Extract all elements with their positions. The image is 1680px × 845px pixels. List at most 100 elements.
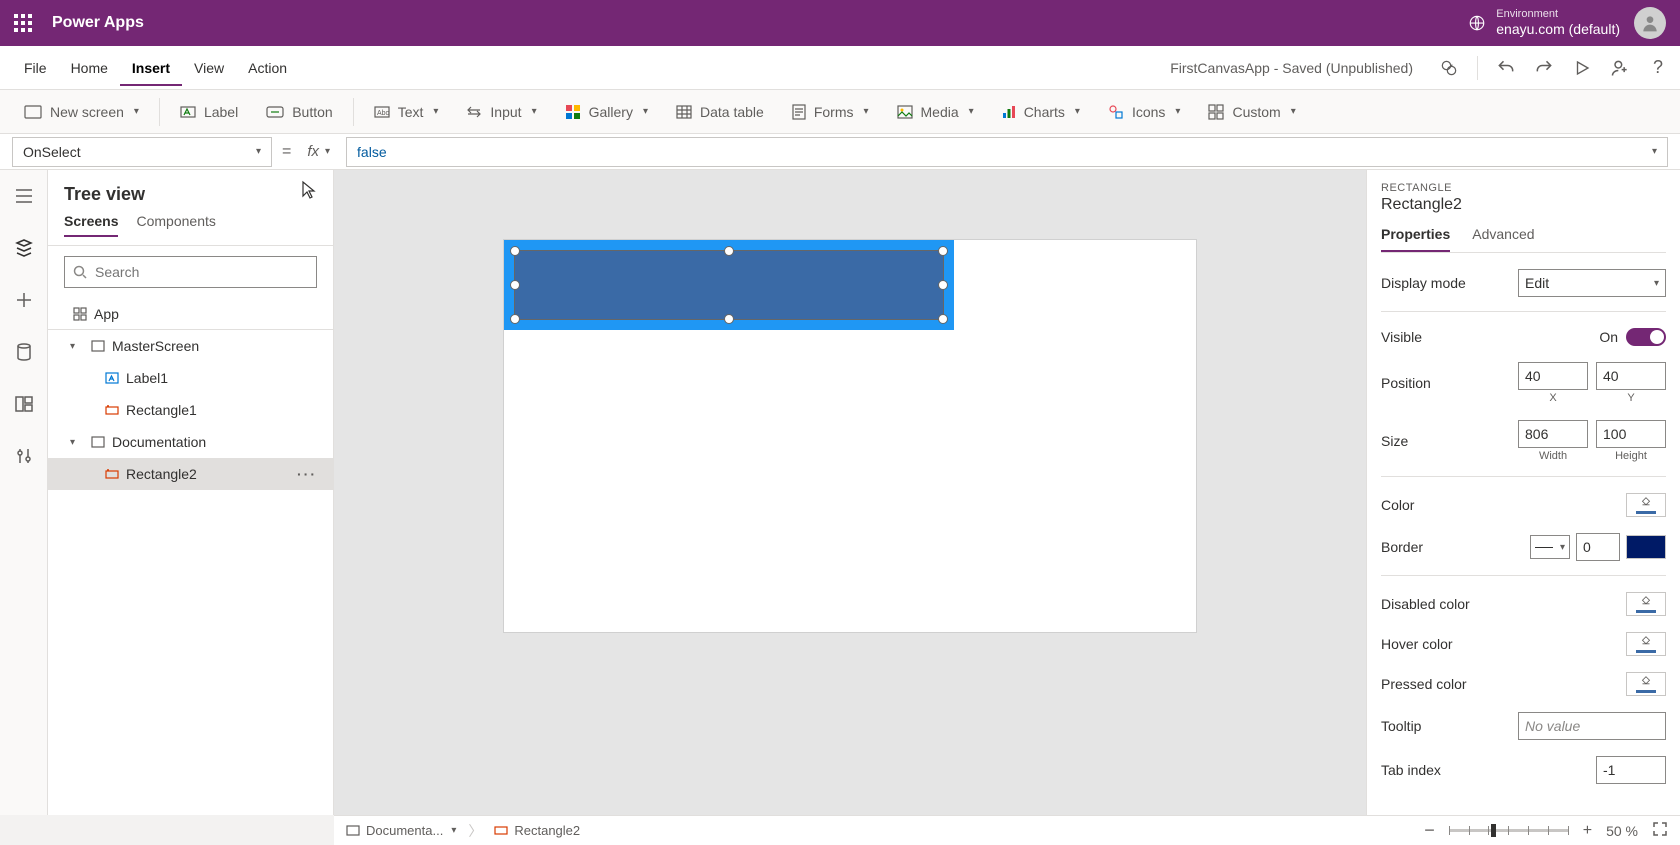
resize-handle[interactable] — [510, 280, 520, 290]
border-color-picker[interactable] — [1626, 535, 1666, 559]
chevron-down-icon[interactable]: ▾ — [70, 437, 84, 448]
zoom-in-button[interactable]: + — [1583, 822, 1592, 840]
tabindex-label: Tab index — [1381, 762, 1441, 778]
search-input[interactable] — [95, 264, 308, 280]
add-icon[interactable] — [8, 284, 40, 316]
tab-components[interactable]: Components — [136, 213, 215, 237]
tree-screen-master[interactable]: ▾ MasterScreen — [48, 330, 333, 362]
menu-action[interactable]: Action — [236, 50, 299, 86]
chevron-down-icon: ▾ — [451, 825, 456, 836]
paint-icon — [1639, 595, 1653, 609]
tab-advanced[interactable]: Advanced — [1472, 226, 1534, 252]
fit-to-window-icon[interactable] — [1652, 821, 1668, 840]
pressed-color-picker[interactable] — [1626, 672, 1666, 696]
advanced-tools-icon[interactable] — [8, 440, 40, 472]
height-input[interactable]: 100 — [1596, 420, 1666, 448]
breadcrumb-control[interactable]: Rectangle2 — [494, 823, 580, 838]
border-style-select[interactable]: ▾ — [1530, 535, 1570, 559]
button-button[interactable]: Button — [254, 98, 344, 126]
share-icon[interactable] — [1610, 58, 1630, 78]
app-checker-icon[interactable] — [1439, 58, 1459, 78]
tab-screens[interactable]: Screens — [64, 213, 118, 237]
resize-handle[interactable] — [724, 246, 734, 256]
tabindex-input[interactable]: -1 — [1596, 756, 1666, 784]
hamburger-icon[interactable] — [8, 180, 40, 212]
resize-handle[interactable] — [938, 314, 948, 324]
resize-handle[interactable] — [938, 280, 948, 290]
label-button[interactable]: Label — [168, 98, 250, 126]
breadcrumb-separator: 〉 — [468, 821, 482, 841]
visible-toggle[interactable] — [1626, 328, 1666, 346]
text-menu[interactable]: Abc Text▾ — [362, 98, 451, 126]
help-icon[interactable]: ? — [1648, 58, 1668, 78]
menu-home[interactable]: Home — [59, 50, 120, 86]
environment-picker[interactable]: Environment enayu.com (default) — [1468, 8, 1620, 38]
property-select[interactable]: OnSelect ▾ — [12, 137, 272, 167]
border-width-input[interactable]: 0 — [1576, 533, 1620, 561]
resize-handle[interactable] — [510, 314, 520, 324]
selected-rectangle[interactable] — [504, 240, 954, 330]
formula-input[interactable]: false ▾ — [346, 137, 1668, 167]
hover-color-picker[interactable] — [1626, 632, 1666, 656]
env-name: enayu.com (default) — [1496, 21, 1620, 38]
tree-rectangle2[interactable]: Rectangle2 ··· — [48, 458, 333, 490]
zoom-out-button[interactable]: − — [1424, 820, 1435, 841]
search-box[interactable] — [64, 256, 317, 288]
media-icon — [897, 105, 913, 119]
tree-view-icon[interactable] — [8, 232, 40, 264]
custom-menu[interactable]: Custom▾ — [1196, 98, 1307, 126]
gallery-menu[interactable]: Gallery▾ — [553, 98, 660, 126]
paint-icon — [1639, 675, 1653, 689]
chevron-down-icon: ▾ — [1175, 106, 1180, 117]
chevron-down-icon[interactable]: ▾ — [70, 341, 84, 352]
user-avatar[interactable] — [1634, 7, 1666, 39]
env-label: Environment — [1496, 8, 1620, 21]
position-x-input[interactable]: 40 — [1518, 362, 1588, 390]
waffle-icon[interactable] — [14, 14, 32, 32]
display-mode-label: Display mode — [1381, 275, 1466, 291]
size-label: Size — [1381, 433, 1408, 449]
resize-handle[interactable] — [510, 246, 520, 256]
tree-app[interactable]: App — [48, 298, 333, 330]
artboard[interactable] — [504, 240, 1196, 632]
menu-insert[interactable]: Insert — [120, 50, 182, 86]
breadcrumb-screen[interactable]: Documenta... ▾ — [346, 823, 456, 838]
data-icon[interactable] — [8, 336, 40, 368]
tree-label1[interactable]: Label1 — [48, 362, 333, 394]
zoom-slider[interactable] — [1449, 829, 1569, 832]
charts-menu[interactable]: Charts▾ — [990, 98, 1092, 126]
play-icon[interactable] — [1572, 58, 1592, 78]
icons-menu[interactable]: Icons▾ — [1096, 98, 1193, 126]
media-menu[interactable]: Media▾ — [885, 98, 986, 126]
color-label: Color — [1381, 497, 1414, 513]
shapes-icon — [1108, 104, 1124, 120]
resize-handle[interactable] — [724, 314, 734, 324]
formula-bar: OnSelect ▾ = fx ▾ false ▾ — [0, 134, 1680, 170]
tooltip-input[interactable]: No value — [1518, 712, 1666, 740]
position-y-input[interactable]: 40 — [1596, 362, 1666, 390]
tab-properties[interactable]: Properties — [1381, 226, 1450, 252]
more-icon[interactable]: ··· — [297, 466, 323, 482]
redo-icon[interactable] — [1534, 58, 1554, 78]
display-mode-select[interactable]: Edit▾ — [1518, 269, 1666, 297]
chevron-down-icon: ▾ — [1291, 106, 1296, 117]
fx-button[interactable]: fx ▾ — [301, 143, 336, 160]
undo-icon[interactable] — [1496, 58, 1516, 78]
input-menu[interactable]: Input▾ — [454, 98, 548, 126]
tree-rectangle1[interactable]: Rectangle1 — [48, 394, 333, 426]
media-pane-icon[interactable] — [8, 388, 40, 420]
color-picker[interactable] — [1626, 493, 1666, 517]
data-table-button[interactable]: Data table — [664, 98, 776, 126]
menu-file[interactable]: File — [12, 50, 59, 86]
tree-screen-documentation[interactable]: ▾ Documentation — [48, 426, 333, 458]
chevron-down-icon: ▾ — [1560, 542, 1565, 553]
new-screen-button[interactable]: New screen▾ — [12, 98, 151, 126]
canvas-area[interactable] — [334, 170, 1366, 815]
divider — [353, 98, 354, 126]
forms-menu[interactable]: Forms▾ — [780, 98, 881, 126]
resize-handle[interactable] — [938, 246, 948, 256]
menu-view[interactable]: View — [182, 50, 236, 86]
disabled-color-picker[interactable] — [1626, 592, 1666, 616]
text-icon: Abc — [374, 106, 390, 118]
width-input[interactable]: 806 — [1518, 420, 1588, 448]
